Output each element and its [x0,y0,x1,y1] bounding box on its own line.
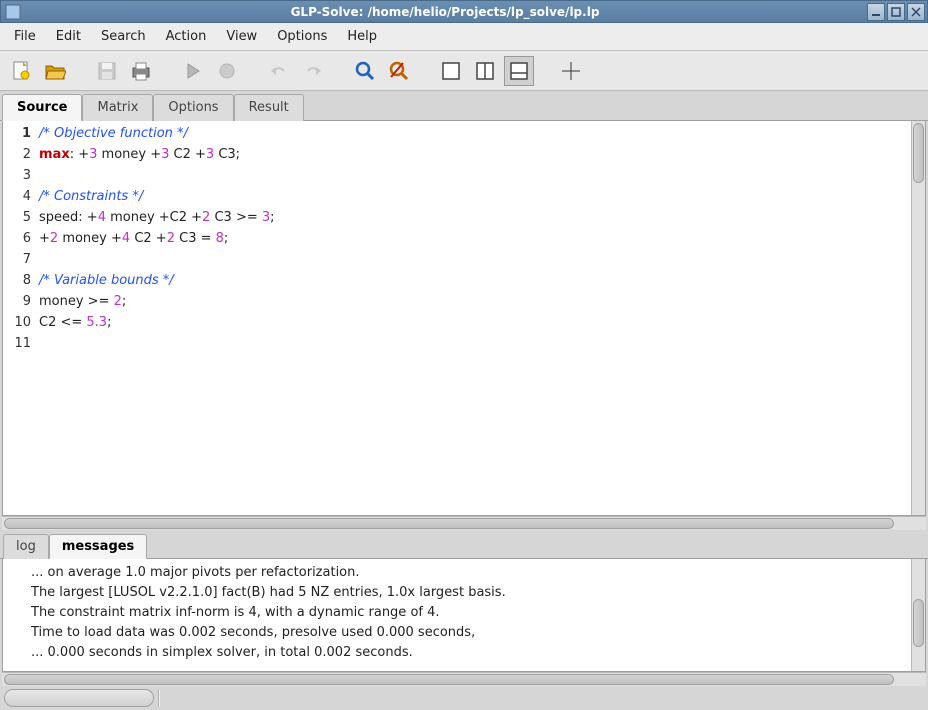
line-number: 9 [3,291,31,312]
line-number: 8 [3,270,31,291]
messages-pane: ... on average 1.0 major pivots per refa… [2,559,926,672]
tab-source[interactable]: Source [2,94,82,121]
menu-options[interactable]: Options [267,25,337,48]
line-number: 3 [3,165,31,186]
status-separator [158,690,160,706]
code-line[interactable]: speed: +4 money +C2 +2 C3 >= 3; [39,207,911,228]
stop-button[interactable] [212,56,242,86]
scrollbar-thumb[interactable] [4,674,894,685]
menu-view[interactable]: View [216,25,267,48]
new-file-button[interactable] [6,56,36,86]
menu-search[interactable]: Search [91,25,156,48]
tab-options[interactable]: Options [153,94,233,121]
message-line: ... on average 1.0 major pivots per refa… [31,563,911,583]
status-bar [0,686,928,710]
title-bar: GLP-Solve: /home/helio/Projects/lp_solve… [0,0,928,23]
toolbar [0,51,928,91]
messages-horizontal-scrollbar[interactable] [2,672,926,686]
code-line[interactable]: C2 <= 5.3; [39,312,911,333]
line-number-gutter: 1234567891011 [3,121,35,515]
code-line[interactable]: max: +3 money +3 C2 +3 C3; [39,144,911,165]
tab-matrix[interactable]: Matrix [82,94,153,121]
code-line[interactable]: +2 money +4 C2 +2 C3 = 8; [39,228,911,249]
code-line[interactable] [39,249,911,270]
editor-horizontal-scrollbar[interactable] [2,516,926,530]
find-button[interactable] [350,56,380,86]
run-button[interactable] [178,56,208,86]
find-replace-button[interactable] [384,56,414,86]
message-line: The largest [LUSOL v2.2.1.0] fact(B) had… [31,583,911,603]
line-number: 5 [3,207,31,228]
message-line: ... 0.000 seconds in simplex solver, in … [31,643,911,663]
message-line: Time to load data was 0.002 seconds, pre… [31,623,911,643]
code-line[interactable]: /* Constraints */ [39,186,911,207]
main-tabs: Source Matrix Options Result [0,91,928,121]
source-editor[interactable]: 1234567891011 /* Objective function */ma… [2,121,926,516]
minimize-button[interactable] [867,3,885,21]
line-number: 2 [3,144,31,165]
line-number: 4 [3,186,31,207]
code-line[interactable]: /* Objective function */ [39,123,911,144]
status-progress [4,689,154,707]
layout-2-button[interactable] [470,56,500,86]
scrollbar-thumb[interactable] [4,518,894,529]
menu-edit[interactable]: Edit [46,25,91,48]
tab-result[interactable]: Result [234,94,304,121]
redo-button[interactable] [298,56,328,86]
scrollbar-thumb[interactable] [913,123,924,183]
app-icon [5,4,21,20]
line-number: 6 [3,228,31,249]
maximize-button[interactable] [887,3,905,21]
messages-content[interactable]: ... on average 1.0 major pivots per refa… [3,559,911,671]
layout-3-button[interactable] [504,56,534,86]
tab-messages[interactable]: messages [49,534,147,559]
open-file-button[interactable] [40,56,70,86]
window-title: GLP-Solve: /home/helio/Projects/lp_solve… [25,5,865,19]
messages-vertical-scrollbar[interactable] [911,559,925,671]
code-line[interactable] [39,165,911,186]
menu-help[interactable]: Help [337,25,387,48]
save-button[interactable] [92,56,122,86]
code-line[interactable]: money >= 2; [39,291,911,312]
editor-vertical-scrollbar[interactable] [911,121,925,515]
menu-file[interactable]: File [4,25,46,48]
layout-1-button[interactable] [436,56,466,86]
code-line[interactable] [39,333,911,354]
menu-action[interactable]: Action [156,25,217,48]
line-number: 11 [3,333,31,354]
code-area[interactable]: /* Objective function */max: +3 money +3… [35,121,911,515]
undo-button[interactable] [264,56,294,86]
line-number: 7 [3,249,31,270]
tab-log[interactable]: log [3,534,49,559]
code-line[interactable]: /* Variable bounds */ [39,270,911,291]
message-line: The constraint matrix inf-norm is 4, wit… [31,603,911,623]
line-number: 10 [3,312,31,333]
crosshair-button[interactable] [556,56,586,86]
close-button[interactable] [907,3,925,21]
scrollbar-thumb[interactable] [913,599,924,647]
print-button[interactable] [126,56,156,86]
menu-bar: File Edit Search Action View Options Hel… [0,23,928,51]
line-number: 1 [3,123,31,144]
output-tabs: log messages [0,530,928,559]
